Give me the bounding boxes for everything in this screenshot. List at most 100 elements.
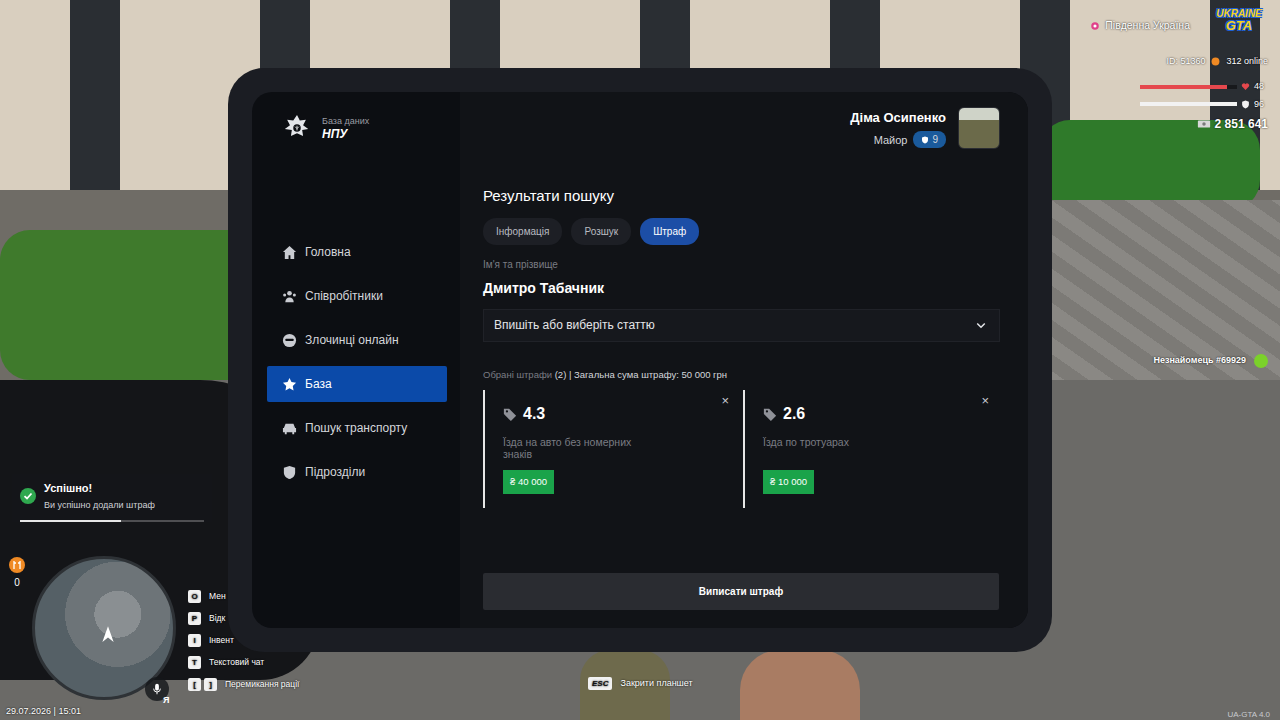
remove-fine-button[interactable]: × [721,394,729,407]
star-icon [282,377,297,392]
sidebar-item[interactable]: База [267,366,447,402]
shield-icon [1241,100,1250,109]
fine-article: 2.6 [783,402,805,426]
result-tab[interactable]: Розшук [571,218,631,245]
talking-indicator [1254,354,1268,368]
issue-fine-button[interactable]: Виписати штраф [483,573,999,610]
key-hint: O Мен [188,588,299,604]
shield-icon [282,465,297,480]
sidebar-item[interactable]: Співробітники [267,278,447,314]
keyboard-key: ESC [588,677,612,690]
tablet-sidebar: База данихНПУ Головна Співробітники Злочинц… [252,92,460,628]
armor-stat: 96 [1140,98,1268,112]
person-name: Дмитро Табачник [483,278,1000,299]
home-icon [282,245,297,260]
logo-subtitle: База даних [322,116,369,127]
health-bar [1140,85,1237,89]
paving [1040,200,1280,380]
health-fill [1140,85,1227,89]
logo-title: НПУ [322,127,369,143]
key-hints: O Мен PВідк I Інвент T Текстовий чат []Перемика… [188,588,299,692]
people-icon [282,289,297,304]
notification-timer-fill [20,520,121,522]
sidebar-item[interactable]: Злочинці онлайн [267,322,447,358]
nearby-name: Незнайомець #69929 [1153,354,1246,368]
player-stats: 48962 851 641 [1140,80,1268,133]
cash-icon [1197,117,1211,131]
chevron-down-icon [975,319,987,331]
results-title: Результати пошуку [483,185,1000,208]
tag-icon [503,407,517,421]
result-tab[interactable]: Штраф [640,218,699,245]
sidebar-label: Співробітники [305,287,383,305]
keyboard-key: O [188,590,201,603]
tablet: База данихНПУ Головна Співробітники Злочинц… [228,68,1052,652]
article-select[interactable] [483,309,1000,342]
fine-article: 4.3 [523,402,545,426]
summary-label: Обрані штрафи [483,369,552,380]
notification-title: Успішно! [44,480,155,497]
remove-fine-button[interactable]: × [981,394,989,407]
player-character [740,650,860,720]
result-tabs: Інформація Розшук Штраф [483,218,1000,245]
region-name: Південна Україна [1105,18,1190,34]
key-hint: PВідк [188,610,299,626]
sidebar-item[interactable]: Головна [267,234,447,270]
key-group: T [188,656,201,669]
logo-line: UKRAINE [1210,9,1268,19]
player-marker-icon [99,625,117,643]
armor-fill [1140,102,1237,106]
sidebar-item[interactable]: Підрозділи [267,454,447,490]
police-star-icon [282,114,312,144]
user-rank: Майор [874,132,908,149]
sidebar-item[interactable]: Пошук транспорту [267,410,447,446]
user-texts: Діма ОсипенкоМайор9 [850,108,946,149]
fine-list: ×4.3Їзда на авто без номерних знаків₴ 40… [483,390,1000,508]
user-avatar [958,107,1000,149]
online-icon [1211,57,1220,66]
health-value: 48 [1254,80,1268,94]
player-info: ID: 51360312 online [1166,55,1268,69]
tablet-screen: База данихНПУ Головна Співробітники Злочинц… [252,92,1028,628]
nearby-player: Незнайомець #69929 [1153,354,1268,368]
key-hint-label: Інвент [209,634,234,647]
key-hint: []Перемикання рації [188,676,299,692]
close-hint-label: Закрити планшет [620,677,692,691]
location-icon [1090,21,1100,31]
article-input[interactable] [494,316,975,334]
key-hint: I Інвент [188,632,299,648]
user-rank-row: Майор 9 [850,131,946,148]
microphone-icon [151,683,163,695]
notification-body: Успішно!Ви успішно додали штраф [20,480,204,520]
key-group: [] [188,678,217,691]
hedge [0,230,260,380]
key-hint-label: Мен [209,590,226,603]
notification-timer [20,520,204,522]
user-level-badge: 9 [913,131,946,148]
car-icon [282,421,297,436]
online-count: 312 online [1226,55,1268,69]
tablet-main: Діма ОсипенкоМайор9Результати пошукуІнфо… [460,92,1028,628]
summary-separator: | [569,369,571,380]
summary-count: (2) [555,369,567,380]
fine-header: 2.6 [763,402,985,426]
key-group: O [188,590,201,603]
logo-texts: База данихНПУ [322,116,369,142]
food-icon [9,557,25,573]
sidebar-label: Підрозділи [305,463,365,481]
sidebar-label: Головна [305,243,351,261]
fines-summary: Обрані штрафи (2) | Загальна сума штрафу… [483,368,1000,382]
keyboard-key: T [188,656,201,669]
key-hint: T Текстовий чат [188,654,299,670]
voice-label: Я [163,694,169,708]
police-logo: База данихНПУ [267,113,447,145]
key-group: P [188,612,201,625]
keyboard-key: ] [204,678,217,691]
keyboard-key: I [188,634,201,647]
result-tab[interactable]: Інформація [483,218,562,245]
sidebar-label: База [305,375,332,393]
fine-header: 4.3 [503,402,725,426]
key-hint-label: Текстовий чат [209,656,264,669]
badge-icon [921,136,929,144]
name-label: Ім'я та прізвище [483,257,1000,272]
